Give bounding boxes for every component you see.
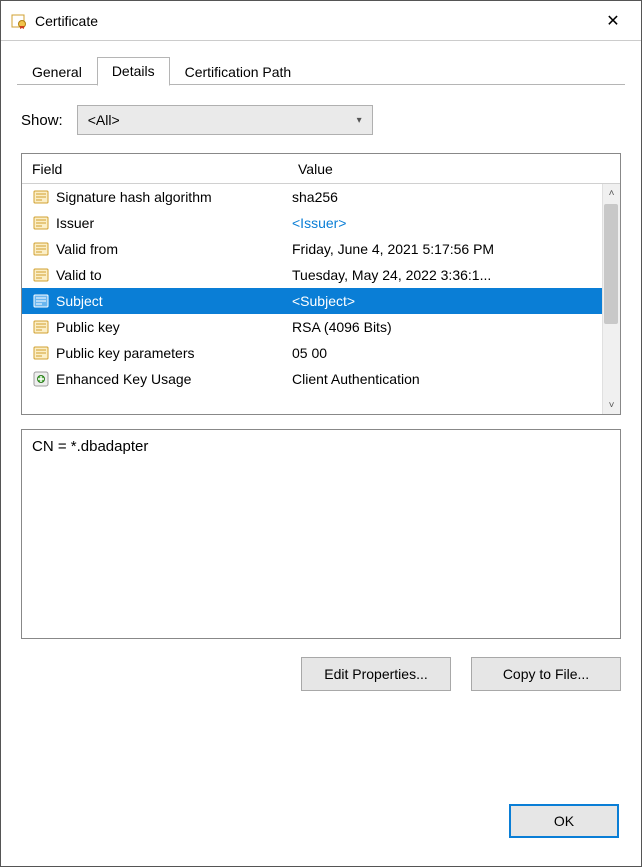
list-row[interactable]: Public keyRSA (4096 Bits) (22, 314, 620, 340)
property-icon (30, 266, 52, 284)
property-icon (30, 318, 52, 336)
chevron-down-icon: ▾ (357, 115, 362, 126)
tab-details[interactable]: Details (97, 57, 170, 86)
row-value-label: Friday, June 4, 2021 5:17:56 PM (292, 241, 600, 257)
row-field-label: Subject (56, 293, 292, 309)
row-field-label: Valid from (56, 241, 292, 257)
show-filter-row: Show: <All> ▾ (17, 95, 625, 153)
dialog-body: General Details Certification Path Show:… (1, 41, 641, 786)
column-header-field[interactable]: Field (22, 161, 292, 177)
column-header-value[interactable]: Value (292, 161, 620, 177)
row-field-label: Signature hash algorithm (56, 189, 292, 205)
action-button-row: Edit Properties... Copy to File... (17, 639, 625, 691)
field-detail-textbox[interactable]: CN = *.dbadapter (21, 429, 621, 639)
ok-button[interactable]: OK (509, 804, 619, 838)
list-row[interactable]: Signature hash algorithmsha256 (22, 184, 620, 210)
row-value-label: RSA (4096 Bits) (292, 319, 600, 335)
list-row[interactable]: Enhanced Key UsageClient Authentication (22, 366, 620, 392)
show-dropdown[interactable]: <All> ▾ (77, 105, 373, 135)
row-value-label: Tuesday, May 24, 2022 3:36:1... (292, 267, 600, 283)
vertical-scrollbar[interactable]: ˄ ˅ (602, 184, 620, 414)
list-row[interactable]: Issuer<Issuer> (22, 210, 620, 236)
property-icon (30, 214, 52, 232)
list-row[interactable]: Public key parameters05 00 (22, 340, 620, 366)
row-value-label: <Issuer> (292, 215, 600, 231)
scroll-up-arrow-icon[interactable]: ˄ (603, 184, 620, 202)
property-icon (30, 240, 52, 258)
row-value-label: sha256 (292, 189, 600, 205)
list-row[interactable]: Valid toTuesday, May 24, 2022 3:36:1... (22, 262, 620, 288)
fields-list-header: Field Value (22, 154, 620, 184)
row-field-label: Public key (56, 319, 292, 335)
edit-properties-button[interactable]: Edit Properties... (301, 657, 451, 691)
fields-list: Field Value Signature hash algorithmsha2… (21, 153, 621, 415)
row-value-label: Client Authentication (292, 371, 600, 387)
certificate-dialog: Certificate ✕ General Details Certificat… (0, 0, 642, 867)
close-button[interactable]: ✕ (591, 5, 635, 37)
scroll-down-arrow-icon[interactable]: ˅ (603, 396, 620, 414)
row-field-label: Issuer (56, 215, 292, 231)
row-value-label: <Subject> (292, 293, 600, 309)
list-row[interactable]: Valid fromFriday, June 4, 2021 5:17:56 P… (22, 236, 620, 262)
window-title: Certificate (35, 13, 591, 29)
details-panel: Show: <All> ▾ Field Value Signature hash… (17, 85, 625, 786)
row-field-label: Public key parameters (56, 345, 292, 361)
tab-general[interactable]: General (17, 58, 97, 86)
row-field-label: Valid to (56, 267, 292, 283)
close-icon: ✕ (606, 11, 619, 31)
titlebar: Certificate ✕ (1, 1, 641, 41)
property-icon (30, 292, 52, 310)
property-icon (30, 188, 52, 206)
scroll-thumb[interactable] (604, 204, 618, 324)
list-row[interactable]: Subject<Subject> (22, 288, 620, 314)
row-field-label: Enhanced Key Usage (56, 371, 292, 387)
certificate-icon (11, 13, 27, 29)
copy-to-file-button[interactable]: Copy to File... (471, 657, 621, 691)
tab-certification-path[interactable]: Certification Path (170, 58, 307, 86)
dialog-footer: OK (1, 786, 641, 866)
tabstrip: General Details Certification Path (17, 55, 625, 85)
extension-icon (30, 370, 52, 388)
show-label: Show: (21, 112, 63, 129)
property-icon (30, 344, 52, 362)
show-dropdown-value: <All> (88, 112, 120, 128)
fields-list-rows: Signature hash algorithmsha256Issuer<Iss… (22, 184, 620, 414)
row-value-label: 05 00 (292, 345, 600, 361)
